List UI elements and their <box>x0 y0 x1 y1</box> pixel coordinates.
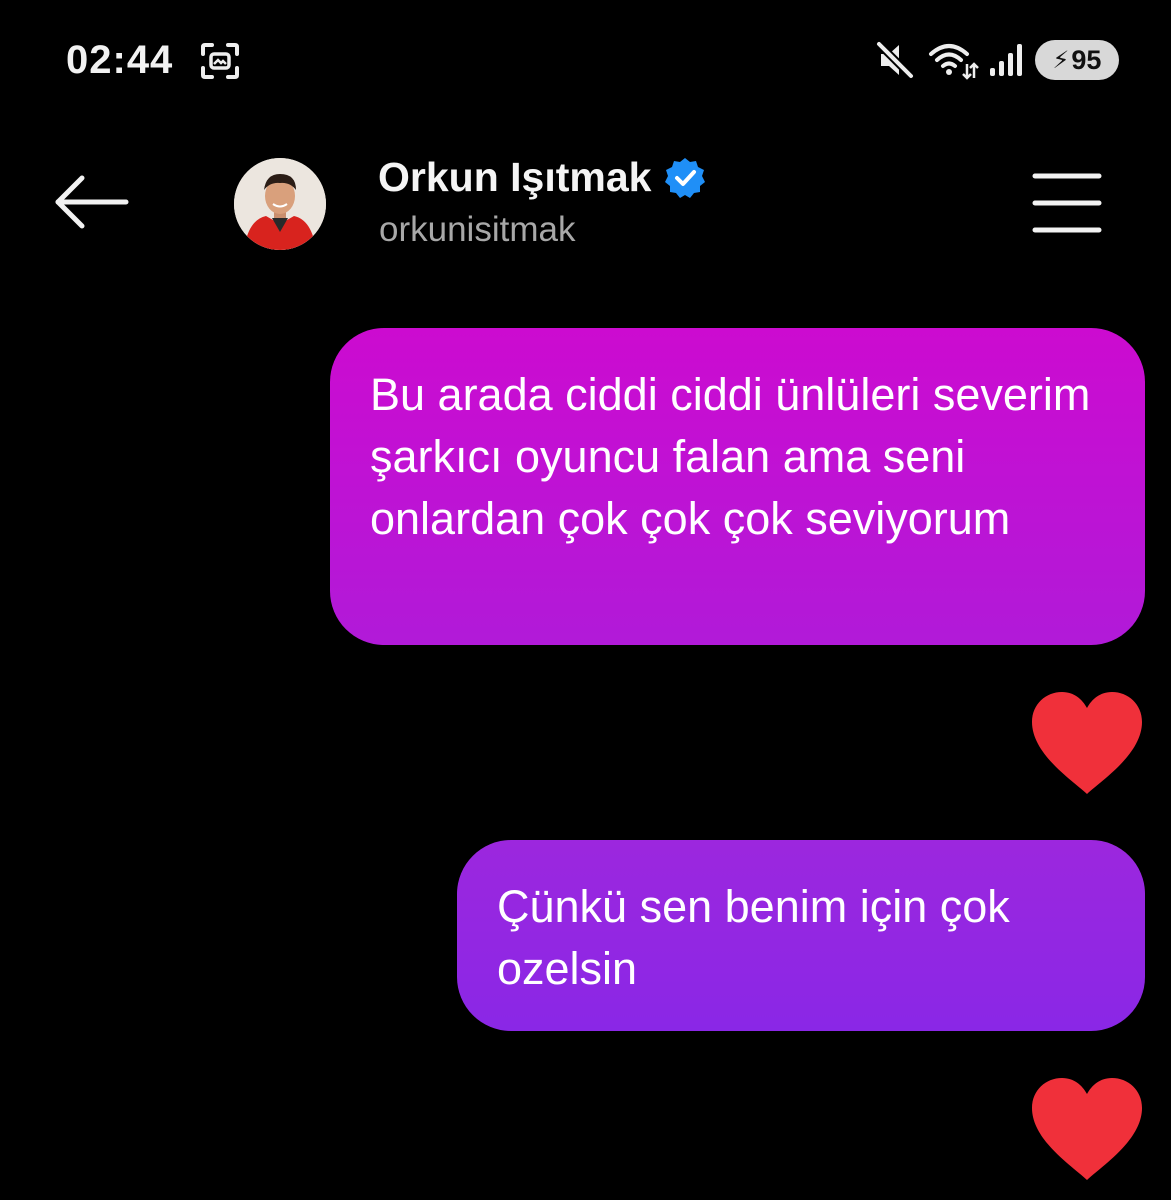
message-text: Bu arada ciddi ciddi ünlüleri severim şa… <box>370 369 1091 544</box>
screenshot-icon <box>201 43 239 79</box>
chat-screen: 02:44 ⚡ 95 Orkun Işıtmak orkunisitmak Bu… <box>0 0 1171 1200</box>
message-bubble-sent[interactable]: Çünkü sen benim için çok ozelsin <box>457 840 1145 1031</box>
hamburger-menu-icon <box>1032 173 1102 233</box>
avatar[interactable] <box>234 158 326 250</box>
wifi-icon <box>929 44 979 80</box>
message-text: Çünkü sen benim için çok ozelsin <box>497 881 1010 994</box>
contact-name[interactable]: Orkun Işıtmak <box>378 154 707 201</box>
charging-bolt-icon: ⚡ <box>1052 46 1070 74</box>
verified-badge-icon <box>665 157 706 198</box>
avatar-image <box>234 158 326 250</box>
back-arrow-icon <box>55 175 129 229</box>
contact-name-text: Orkun Işıtmak <box>378 154 652 200</box>
mute-icon <box>876 41 914 79</box>
status-time: 02:44 <box>66 38 174 82</box>
signal-icon <box>990 44 1022 76</box>
menu-button[interactable] <box>1030 170 1104 236</box>
battery-indicator: ⚡ 95 <box>1035 40 1119 80</box>
battery-level: 95 <box>1071 44 1102 75</box>
status-icons: ⚡ 95 <box>875 38 1119 82</box>
heart-icon[interactable] <box>1028 1076 1146 1182</box>
heart-icon[interactable] <box>1028 690 1146 796</box>
back-button[interactable] <box>50 170 134 234</box>
contact-handle: orkunisitmak <box>379 210 576 249</box>
message-bubble-sent[interactable]: Bu arada ciddi ciddi ünlüleri severim şa… <box>330 328 1145 645</box>
